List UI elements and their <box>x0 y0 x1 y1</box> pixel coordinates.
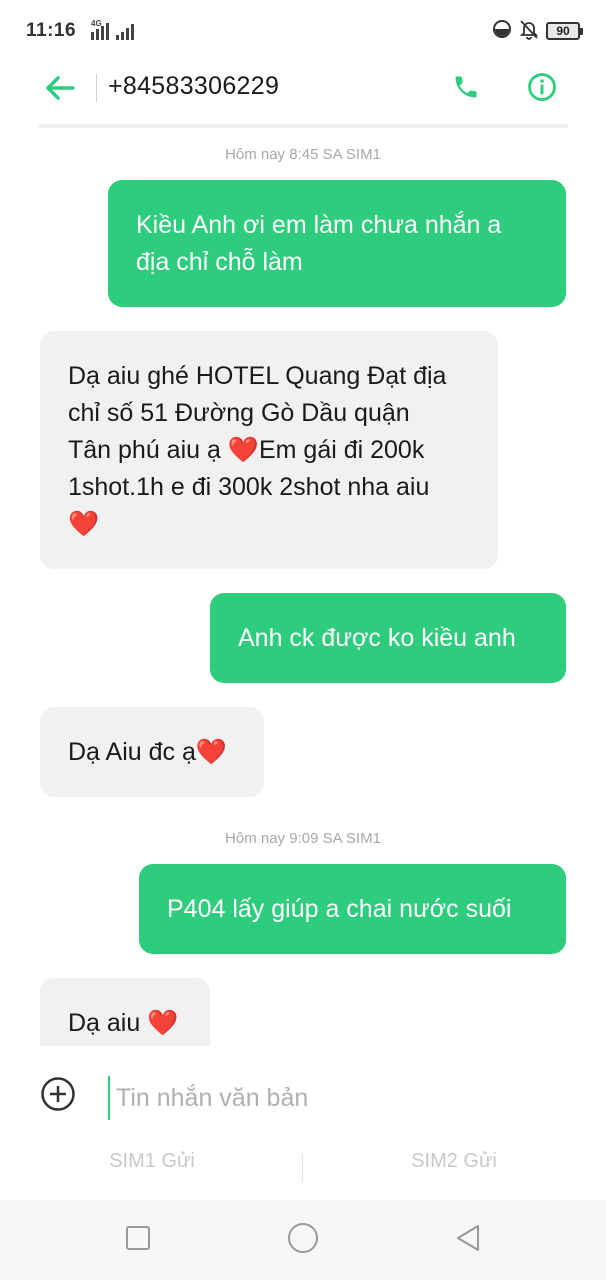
info-button[interactable] <box>522 69 562 109</box>
recents-button[interactable] <box>118 1220 158 1260</box>
status-time: 11:16 <box>26 20 77 41</box>
message-line: ❤️ <box>68 509 100 538</box>
network-type-label: 4G <box>91 19 102 28</box>
data-saver-icon <box>492 19 512 44</box>
message-line: 1shot.1h e đi 300k 2shot nha aiu <box>68 472 430 501</box>
contact-number[interactable]: +84583306229 <box>108 72 279 101</box>
message-bubble-incoming[interactable]: Dạ aiu ghé HOTEL Quang Đạt địa chỉ số 51… <box>40 331 498 569</box>
home-button[interactable] <box>283 1220 323 1260</box>
message-line: Dạ aiu ❤️ <box>68 1008 179 1037</box>
square-icon <box>125 1225 151 1256</box>
sim2-send-button[interactable]: SIM2 Gửi <box>354 1150 554 1173</box>
phone-icon <box>452 73 480 106</box>
message-bubble-outgoing[interactable]: Anh ck được ko kiều anh <box>210 593 566 683</box>
system-navigation-bar <box>0 1200 606 1280</box>
signal-strength-icon: 4G <box>88 19 140 42</box>
message-line: Kiều Anh ơi em làm chưa nhắn a <box>136 210 502 239</box>
plus-circle-icon <box>40 1076 76 1117</box>
message-line: P404 lấy giúp a chai nước suối <box>167 894 512 923</box>
header-separator <box>38 124 568 128</box>
message-input[interactable] <box>108 1076 568 1120</box>
message-line: chỉ số 51 Đường Gò Dầu quận <box>68 398 410 427</box>
message-bubble-incoming[interactable]: Dạ Aiu đc ạ❤️ <box>40 707 264 797</box>
message-line: Tân phú aiu ạ ❤️Em gái đi 200k <box>68 435 425 464</box>
arrow-left-icon <box>45 75 75 106</box>
conversation-header: +84583306229 <box>0 60 606 118</box>
message-line: Dạ Aiu đc ạ❤️ <box>68 737 227 766</box>
timestamp: Hôm nay 9:09 SA SIM1 <box>225 830 381 847</box>
status-right-group: 90 <box>492 18 583 45</box>
sim1-send-button[interactable]: SIM1 Gửi <box>52 1150 252 1173</box>
back-button[interactable] <box>40 70 80 110</box>
system-back-button[interactable] <box>448 1220 488 1260</box>
message-line: Anh ck được ko kiều anh <box>238 623 516 652</box>
triangle-back-icon <box>454 1223 482 1258</box>
send-options: SIM1 Gửi SIM2 Gửi <box>0 1146 606 1182</box>
message-bubble-outgoing[interactable]: Kiều Anh ơi em làm chưa nhắn a địa chỉ c… <box>108 180 566 307</box>
message-composer: SIM1 Gửi SIM2 Gửi <box>0 1046 606 1200</box>
info-icon <box>527 72 557 107</box>
battery-icon: 90 <box>546 22 583 40</box>
add-attachment-button[interactable] <box>38 1076 78 1116</box>
status-bar: 11:16 4G 90 <box>0 0 606 64</box>
timestamp: Hôm nay 8:45 SA SIM1 <box>225 146 381 163</box>
header-divider <box>96 74 97 102</box>
message-line: địa chỉ chỗ làm <box>136 247 303 276</box>
message-bubble-outgoing[interactable]: P404 lấy giúp a chai nước suối <box>139 864 566 954</box>
circle-icon <box>287 1222 319 1259</box>
bell-muted-icon <box>518 18 540 45</box>
message-line: Dạ aiu ghé HOTEL Quang Đạt địa <box>68 361 447 390</box>
send-divider <box>302 1154 303 1182</box>
call-button[interactable] <box>446 69 486 109</box>
